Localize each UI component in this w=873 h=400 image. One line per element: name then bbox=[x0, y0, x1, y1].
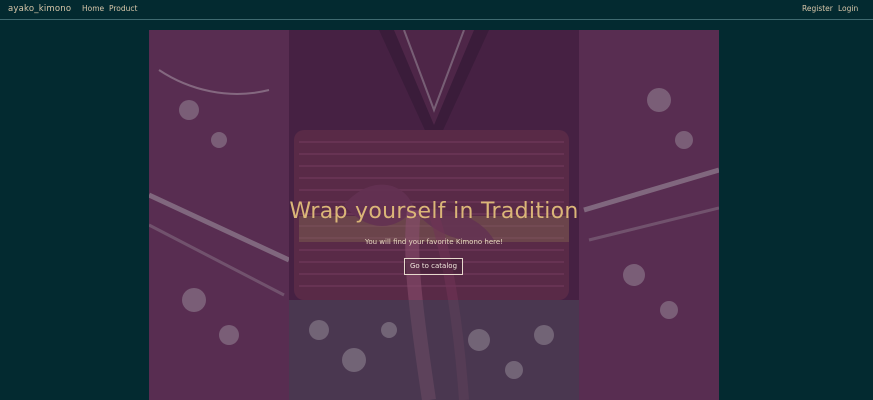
top-navbar: ayako_kimono Home Product Register Login bbox=[0, 0, 873, 20]
login-link[interactable]: Login bbox=[838, 4, 858, 13]
hero-subtitle: You will find your favorite Kimono here! bbox=[365, 238, 503, 246]
go-to-catalog-button[interactable]: Go to catalog bbox=[404, 258, 463, 275]
nav-link-product[interactable]: Product bbox=[109, 4, 137, 13]
nav-link-home[interactable]: Home bbox=[82, 4, 104, 13]
brand-logo[interactable]: ayako_kimono bbox=[8, 4, 71, 14]
hero-title: Wrap yourself in Tradition bbox=[289, 199, 579, 224]
hero-banner: Wrap yourself in Tradition You will find… bbox=[149, 30, 719, 400]
register-link[interactable]: Register bbox=[802, 4, 833, 13]
